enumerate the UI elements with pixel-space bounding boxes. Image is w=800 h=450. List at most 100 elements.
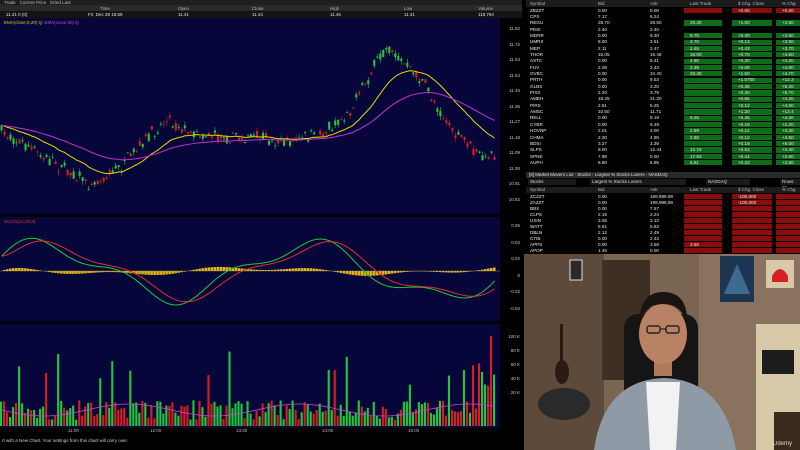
table-row[interactable]: REGU 28.70 28.50 29.30 +1.00 +3.50 xyxy=(526,20,800,26)
table-row[interactable]: UMRX 8.00 3.51 3.70 +0.13 +3.50 xyxy=(526,39,800,45)
quote-board[interactable]: Symbol Bid Ask Last Trade $ Chg. Close %… xyxy=(526,0,800,168)
table-row[interactable]: AMSC 10.50 11.71 +1.20 +12.4 xyxy=(526,109,800,115)
volume-bar xyxy=(300,412,303,426)
table-row[interactable]: AMEH 18.25 21.20 +0.85 +4.20 xyxy=(526,96,800,102)
table-row[interactable]: PIXX 2.20 3.79 +0.20 +5.70 xyxy=(526,90,800,96)
cell-dollar-change: +0.44 xyxy=(738,153,750,159)
cell-bid: 0.00 xyxy=(598,32,607,38)
price-plot[interactable] xyxy=(0,18,500,214)
cell-percent-change: +5.20 xyxy=(782,83,794,89)
histogram-bar xyxy=(12,268,15,271)
volume-bar xyxy=(258,416,261,426)
col-last-trade[interactable]: Last Trade xyxy=(690,187,711,193)
movers-metric-select[interactable]: Largest % Stocks Losers xyxy=(590,179,686,185)
table-row[interactable]: SLPS 9.00 12.44 12.19 +0.52 +4.40 xyxy=(526,147,800,153)
volume-plot[interactable] xyxy=(0,324,500,428)
volume-bar xyxy=(375,415,378,426)
candle-body xyxy=(325,132,328,134)
table-row[interactable]: THOR 15.05 16.48 16.00 +0.70 +4.50 xyxy=(526,52,800,58)
table-row[interactable]: UXIN 3.05 3.13 xyxy=(526,218,800,224)
table-row[interactable]: CHMA 2.30 4.90 2.80 +0.12 +4.50 xyxy=(526,135,800,141)
col-ask[interactable]: Ask xyxy=(650,0,658,7)
cell-symbol: MDRR xyxy=(530,32,544,38)
table-row[interactable]: CPX 7.17 6.24 xyxy=(526,14,800,20)
price-pane[interactable]: EMA(close,9,20) Q EMA(close,50) Q 11.82 1… xyxy=(0,18,522,214)
table-row[interactable]: PRTH 0.00 9.53 +1.0700 +12.3 xyxy=(526,77,800,83)
market-movers-panel[interactable]: [9] Market Movers List - Stocks - Larges… xyxy=(526,172,800,254)
candle-body xyxy=(135,150,138,152)
time-label: 15:00 xyxy=(408,428,420,433)
table-row[interactable]: FUV 2.08 2.43 2.39 +0.09 +4.00 xyxy=(526,65,800,71)
cell-symbol: HOVNP xyxy=(530,128,547,134)
table-row[interactable]: ZBZZT 0.00 0.00 +0.00 +0.00 xyxy=(526,8,800,14)
table-row[interactable]: MEP 2.11 2.47 2.45 +0.43 +3.70 xyxy=(526,46,800,52)
histogram-bar xyxy=(321,269,325,271)
cell-percent-change: +4.20 xyxy=(782,58,794,64)
table-row[interactable]: CLPS 2.19 2.24 xyxy=(526,212,800,218)
table-row[interactable]: CYBR 0.00 8.49 +0.19 +2.20 xyxy=(526,122,800,128)
volume-bar xyxy=(174,412,177,426)
volume-bar xyxy=(51,419,54,426)
volume-bar xyxy=(90,402,93,426)
volume-pane[interactable]: 100 K 80 K 60 K 40 K 20 K xyxy=(0,324,522,428)
table-row[interactable]: RELL 0.00 9.19 8.25 +0.35 +4.30 xyxy=(526,115,800,121)
change-highlight xyxy=(732,211,772,217)
volume-bar xyxy=(273,405,276,426)
histogram-bar xyxy=(489,268,493,271)
table-row[interactable]: ASTC 0.00 5.41 4.90 +0.20 +4.20 xyxy=(526,58,800,64)
scale-tick: 0 xyxy=(517,272,520,278)
candle-body xyxy=(454,135,457,138)
col-percent-change[interactable]: % Chg xyxy=(782,187,796,193)
table-row[interactable]: OVBC 0.00 34.40 33.45 +1.50 +4.70 xyxy=(526,71,800,77)
oscillator-pane[interactable]: MACD(12,26,9) 0.06 0.04 0.02 0 -0.02 -0.04 xyxy=(0,217,522,321)
candle-body xyxy=(388,46,391,53)
table-row[interactable]: HOVNP 2.01 3.00 2.89 +0.12 +4.30 xyxy=(526,128,800,134)
table-row[interactable]: ZAZZT 0.00 199,999.99 -100,000 xyxy=(526,200,800,206)
price-scale[interactable]: 11.82 11.72 11.63 11.54 11.45 11.36 11.27 11.18… xyxy=(500,18,522,214)
col-symbol[interactable]: Symbol xyxy=(530,187,545,193)
table-row[interactable]: DBLN 2.12 2.49 xyxy=(526,230,800,236)
table-row[interactable]: MDRR 0.00 9.30 8.70 +0.30 +3.50 xyxy=(526,33,800,39)
table-row[interactable]: GLBS 0.00 3.20 +0.38 +5.20 xyxy=(526,84,800,90)
table-row[interactable]: APOP 1.45 0.00 xyxy=(526,248,800,254)
candle-body xyxy=(394,53,397,58)
col-last-trade[interactable]: Last Trade xyxy=(690,0,711,7)
cell-ask: 2.43 xyxy=(650,235,659,241)
table-row[interactable]: WATT 5.81 5.83 xyxy=(526,224,800,230)
cell-percent-change: +4.00 xyxy=(782,64,794,70)
movers-type-select[interactable]: Stocks xyxy=(528,179,576,185)
table-row[interactable]: APPS 0.00 3.58 3.56 xyxy=(526,242,800,248)
col-dollar-change[interactable]: $ Chg. Close xyxy=(738,187,764,193)
time-label: 13:00 xyxy=(236,428,248,433)
oscillator-scale[interactable]: 0.06 0.04 0.02 0 -0.02 -0.04 xyxy=(500,217,522,321)
col-symbol[interactable]: Symbol xyxy=(530,0,545,7)
col-dollar-change[interactable]: $ Chg. Close xyxy=(738,0,764,7)
cell-dollar-change: +1.20 xyxy=(738,109,750,115)
volume-bar xyxy=(489,335,493,426)
table-row[interactable]: AUPH 6.80 6.85 6.81 +0.23 +3.50 xyxy=(526,160,800,166)
volume-bar xyxy=(93,415,96,426)
oscillator-plot[interactable] xyxy=(0,217,500,321)
col-bid[interactable]: Bid xyxy=(598,187,605,193)
table-row[interactable]: ZCZZT 0.00 199,999.99 -100,000 xyxy=(526,194,800,200)
table-row[interactable]: PESI 2.40 2.40 xyxy=(526,27,800,33)
price-legend: EMA(close,9,20) Q EMA(close,50) Q xyxy=(4,20,79,25)
col-ask[interactable]: Ask xyxy=(650,187,658,193)
table-row[interactable]: BBX 0.00 7.57 xyxy=(526,206,800,212)
table-row[interactable]: CTIB 0.00 2.43 xyxy=(526,236,800,242)
col-bid[interactable]: Bid xyxy=(598,0,605,7)
col-percent-change[interactable]: % Chg xyxy=(782,0,796,7)
movers-exchange-select[interactable]: NASDAQ xyxy=(706,179,750,185)
histogram-bar xyxy=(222,266,226,271)
movers-rows-select[interactable]: Rows: 25 xyxy=(780,179,800,190)
volume-scale[interactable]: 100 K 80 K 60 K 40 K 20 K xyxy=(500,324,522,428)
cell-percent-change: +3.70 xyxy=(782,45,794,51)
table-row[interactable]: BDSI 3.27 3.39 +0.18 +5.00 xyxy=(526,141,800,147)
table-row[interactable]: SPNE 7.98 0.00 17.93 +0.44 +2.50 xyxy=(526,154,800,160)
cell-symbol: PIXX xyxy=(530,90,541,96)
table-row[interactable]: PIRS 2.91 5.25 +0.12 +4.60 xyxy=(526,103,800,109)
legend-ema-slow: EMA(close,50) Q xyxy=(44,20,79,25)
candle-body xyxy=(159,123,162,125)
cell-symbol: ZCZZT xyxy=(530,193,545,199)
volume-bar xyxy=(96,414,99,426)
